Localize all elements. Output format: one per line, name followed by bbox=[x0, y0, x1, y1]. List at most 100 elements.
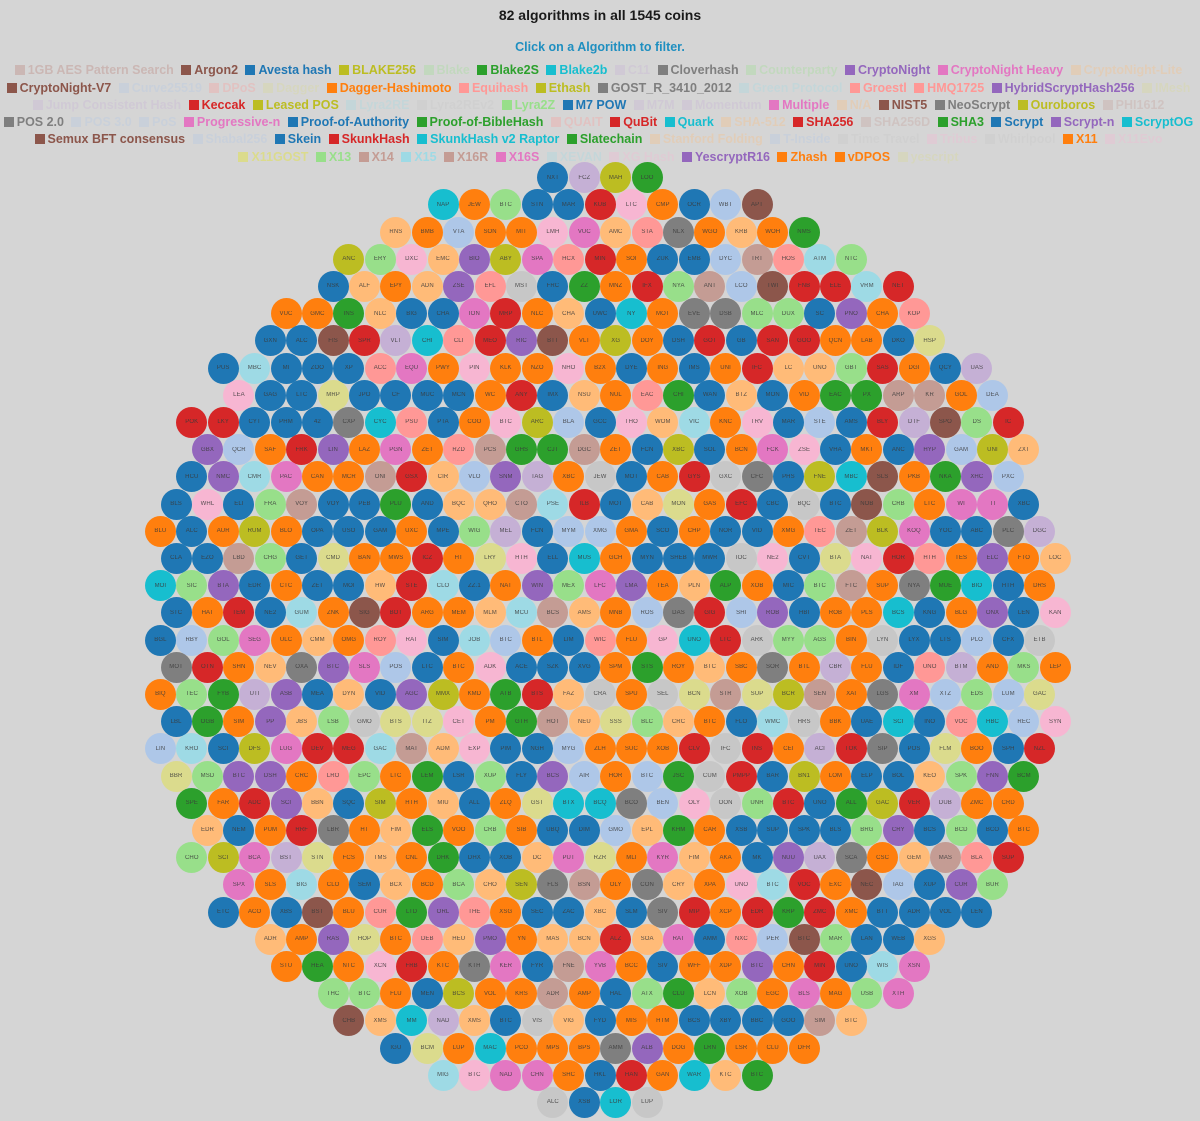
coin-bubble[interactable]: BOL bbox=[882, 760, 914, 792]
coin-bubble[interactable]: EMC bbox=[427, 243, 459, 275]
coin-bubble[interactable]: STA bbox=[631, 216, 663, 248]
coin-bubble[interactable]: FCN bbox=[521, 515, 553, 547]
coin-bubble[interactable]: GMC bbox=[301, 298, 333, 330]
coin-bubble[interactable]: BUR bbox=[977, 869, 1008, 901]
coin-bubble[interactable]: ELS bbox=[411, 814, 443, 846]
coin-bubble[interactable]: SIM bbox=[223, 706, 255, 738]
coin-bubble[interactable]: JPO bbox=[349, 379, 380, 411]
legend-item-pos-3-0[interactable]: POS 3.0 bbox=[71, 114, 132, 131]
coin-bubble[interactable]: CHA bbox=[553, 298, 585, 330]
coin-bubble[interactable]: NMS bbox=[788, 216, 820, 248]
coin-bubble[interactable]: TOK bbox=[835, 733, 867, 765]
coin-bubble[interactable]: HT bbox=[443, 542, 475, 574]
coin-bubble[interactable]: LSR bbox=[725, 1032, 757, 1064]
coin-bubble[interactable]: AMS bbox=[835, 406, 867, 438]
legend-item-m7m[interactable]: M7M bbox=[633, 97, 675, 114]
coin-bubble[interactable]: BTC bbox=[694, 651, 726, 683]
coin-bubble[interactable]: ARG bbox=[411, 597, 443, 629]
coin-bubble[interactable]: WBT bbox=[710, 189, 742, 221]
legend-item-quait[interactable]: QUAIT bbox=[550, 114, 603, 131]
coin-bubble[interactable]: AMM bbox=[694, 923, 726, 955]
coin-bubble[interactable]: PMO bbox=[474, 923, 506, 955]
legend-item-cryptonight[interactable]: CryptoNight bbox=[845, 62, 930, 79]
coin-bubble[interactable]: DYC bbox=[710, 243, 742, 275]
coin-bubble[interactable]: AIR bbox=[568, 760, 600, 792]
coin-bubble[interactable]: CXP bbox=[333, 406, 365, 438]
legend-item-skunkhash[interactable]: SkunkHash bbox=[328, 131, 410, 148]
legend-item-nist5[interactable]: NIST5 bbox=[878, 97, 927, 114]
coin-bubble[interactable]: IMX bbox=[537, 379, 569, 411]
coin-bubble[interactable]: CLI bbox=[443, 325, 475, 357]
coin-bubble[interactable]: KNC bbox=[710, 406, 742, 438]
coin-bubble[interactable]: VIG bbox=[553, 1005, 585, 1037]
coin-bubble[interactable]: SCI bbox=[882, 706, 914, 738]
coin-bubble[interactable]: BIO bbox=[458, 243, 490, 275]
coin-bubble[interactable]: BN1 bbox=[788, 760, 820, 792]
coin-bubble[interactable]: EPY bbox=[380, 270, 412, 302]
coin-bubble[interactable]: ANC bbox=[882, 434, 914, 466]
coin-bubble[interactable]: PTA bbox=[427, 406, 459, 438]
coin-bubble[interactable]: STC bbox=[160, 597, 192, 629]
coin-bubble[interactable]: MWR bbox=[694, 542, 726, 574]
coin-bubble[interactable]: ING bbox=[647, 352, 679, 384]
coin-bubble[interactable]: XG bbox=[600, 325, 632, 357]
coin-bubble[interactable]: SLS bbox=[867, 461, 899, 493]
coin-bubble[interactable]: LEM bbox=[411, 760, 443, 792]
coin-bubble[interactable]: ONX bbox=[977, 597, 1008, 629]
coin-bubble[interactable]: ZLQ bbox=[490, 787, 522, 819]
coin-bubble[interactable]: NXC bbox=[725, 923, 757, 955]
coin-bubble[interactable]: WHL bbox=[192, 488, 223, 520]
coin-bubble[interactable]: NSK bbox=[317, 270, 349, 302]
coin-bubble[interactable]: FLU bbox=[851, 651, 883, 683]
coin-bubble[interactable]: ZMC bbox=[961, 787, 993, 819]
coin-bubble[interactable]: FTO bbox=[1008, 542, 1040, 574]
coin-bubble[interactable]: SOI bbox=[615, 243, 647, 275]
coin-bubble[interactable]: SUP bbox=[992, 842, 1024, 874]
coin-bubble[interactable]: BCA bbox=[239, 842, 271, 874]
legend-item-cryptonight-heavy[interactable]: CryptoNight Heavy bbox=[937, 62, 1063, 79]
coin-bubble[interactable]: ICZ bbox=[411, 542, 443, 574]
coin-bubble[interactable]: BTC bbox=[757, 869, 789, 901]
coin-bubble[interactable]: STN bbox=[301, 842, 333, 874]
coin-bubble[interactable]: RAT bbox=[396, 624, 428, 656]
coin-bubble[interactable]: JOB bbox=[458, 624, 490, 656]
coin-bubble[interactable]: FCZ bbox=[568, 162, 600, 194]
coin-bubble[interactable]: ORL bbox=[427, 896, 459, 928]
coin-bubble[interactable]: BCS bbox=[882, 597, 914, 629]
coin-bubble[interactable]: PKB bbox=[898, 461, 930, 493]
coin-bubble[interactable]: SAF bbox=[254, 434, 286, 466]
coin-bubble[interactable]: SIG bbox=[349, 597, 380, 629]
coin-bubble[interactable]: BTC bbox=[788, 923, 820, 955]
coin-bubble[interactable]: AMM bbox=[600, 1032, 632, 1064]
coin-bubble[interactable]: BCQ bbox=[584, 787, 616, 819]
legend-item-c11[interactable]: C11 bbox=[614, 62, 650, 79]
coin-bubble[interactable]: BTC bbox=[1008, 814, 1040, 846]
coin-bubble[interactable]: SUP bbox=[741, 678, 773, 710]
coin-bubble[interactable]: OTN bbox=[192, 651, 223, 683]
coin-bubble[interactable]: OXA bbox=[286, 651, 318, 683]
coin-bubble[interactable]: XMS bbox=[364, 1005, 396, 1037]
coin-bubble[interactable]: MIN bbox=[804, 950, 836, 982]
coin-bubble[interactable]: MEX bbox=[553, 570, 585, 602]
coin-bubble[interactable]: ALL bbox=[458, 787, 490, 819]
coin-bubble[interactable]: ETC bbox=[207, 896, 239, 928]
coin-bubble[interactable]: SOL bbox=[694, 434, 726, 466]
coin-bubble[interactable]: CLU bbox=[663, 978, 694, 1010]
coin-bubble[interactable]: XUP bbox=[474, 760, 506, 792]
coin-bubble[interactable]: NOB bbox=[851, 488, 883, 520]
coin-bubble[interactable]: VIC bbox=[678, 406, 710, 438]
coin-bubble[interactable]: LUG bbox=[270, 733, 302, 765]
coin-bubble[interactable]: SUP bbox=[757, 814, 789, 846]
coin-bubble[interactable]: ZXT bbox=[1008, 434, 1040, 466]
coin-bubble[interactable]: RUM bbox=[239, 515, 271, 547]
coin-bubble[interactable]: JBS bbox=[286, 706, 318, 738]
coin-bubble[interactable]: ZAC bbox=[553, 896, 585, 928]
coin-bubble[interactable]: CUM bbox=[694, 760, 726, 792]
coin-bubble[interactable]: BTM bbox=[945, 651, 977, 683]
coin-bubble[interactable]: 42 bbox=[301, 406, 333, 438]
coin-bubble[interactable]: CYC bbox=[364, 406, 396, 438]
coin-bubble[interactable]: SAN bbox=[757, 325, 789, 357]
coin-bubble[interactable]: VRM bbox=[851, 270, 883, 302]
coin-bubble[interactable]: NUU bbox=[772, 842, 804, 874]
coin-bubble[interactable]: LAN bbox=[851, 923, 883, 955]
